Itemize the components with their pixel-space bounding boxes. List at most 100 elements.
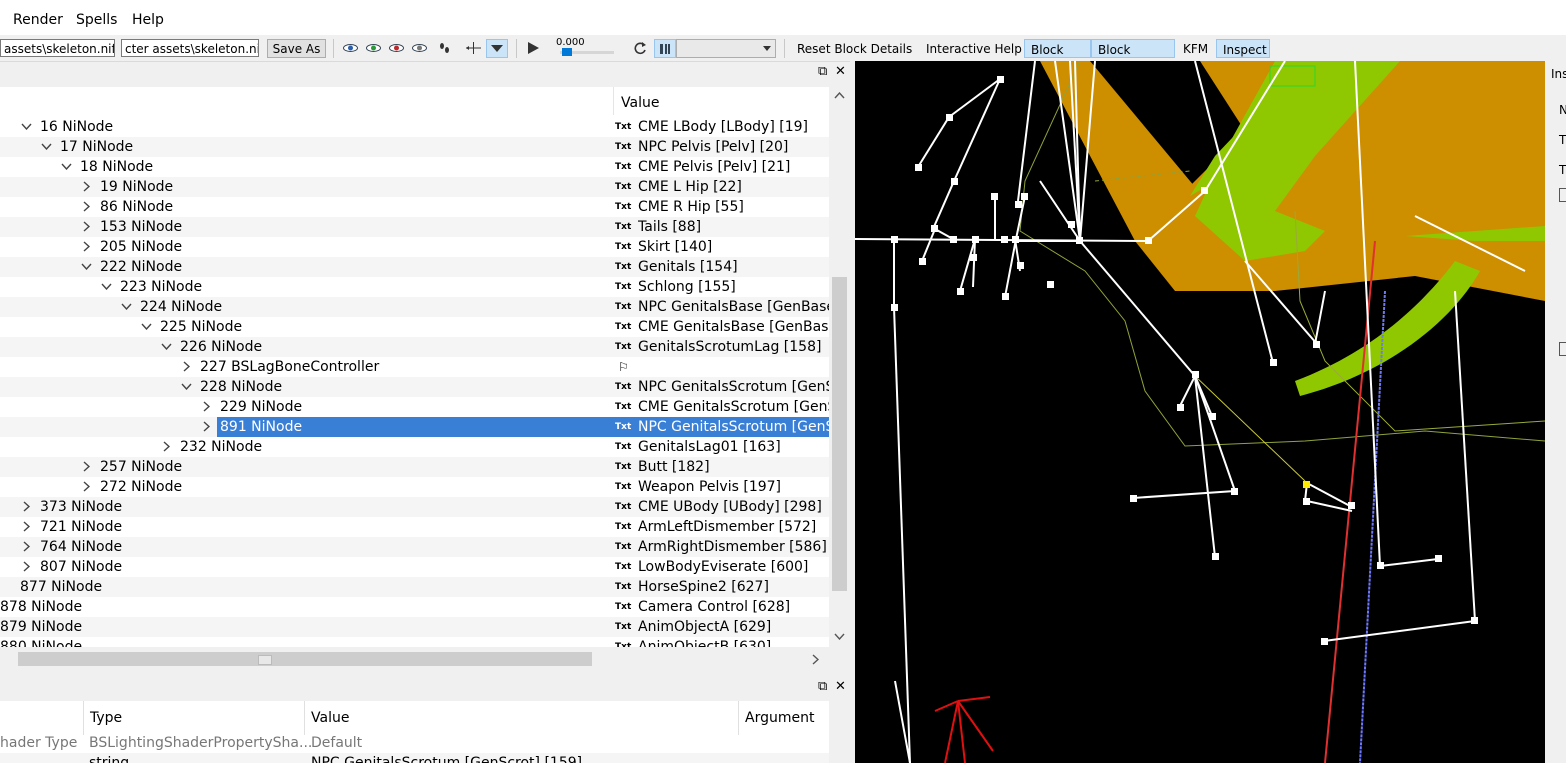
- tree-row[interactable]: 223 NiNode Txt Schlong [155]: [0, 277, 829, 297]
- tree-node-value[interactable]: ArmLeftDismember [572]: [638, 517, 829, 537]
- footprints-icon[interactable]: [437, 42, 452, 54]
- tree-node-value[interactable]: CME Pelvis [Pelv] [21]: [638, 157, 829, 177]
- eye-blue-icon[interactable]: [343, 42, 358, 54]
- tree-node-value[interactable]: NPC Pelvis [Pelv] [20]: [638, 137, 829, 157]
- detail-row[interactable]: string NPC GenitalsScrotum [GenScrot] [1…: [0, 753, 829, 763]
- tree-row[interactable]: 16 NiNode Txt CME LBody [LBody] [19]: [0, 117, 829, 137]
- tree-node-value[interactable]: AnimObjectA [629]: [638, 617, 829, 637]
- scrollbar-thumb[interactable]: [832, 277, 847, 591]
- block-details-button[interactable]: Block Details: [1091, 39, 1175, 77]
- name-column-header[interactable]: [0, 701, 84, 735]
- eye-red-icon[interactable]: [389, 42, 404, 54]
- chevron-right-icon[interactable]: [159, 437, 173, 459]
- block-list-button[interactable]: Block List: [1024, 39, 1091, 77]
- chevron-down-icon[interactable]: [59, 157, 73, 177]
- menu-spells[interactable]: Spells: [76, 12, 117, 28]
- tree-vertical-scrollbar[interactable]: [829, 87, 850, 647]
- chevron-down-icon[interactable]: [139, 317, 153, 337]
- inspect-button[interactable]: Inspect: [1216, 39, 1270, 58]
- play-icon[interactable]: [527, 42, 540, 54]
- scroll-down-icon[interactable]: [834, 633, 845, 640]
- tree-node-value[interactable]: HorseSpine2 [627]: [638, 577, 829, 597]
- tree-node-value[interactable]: CME R Hip [55]: [638, 197, 829, 217]
- tree-node-value[interactable]: GenitalsLag01 [163]: [638, 437, 829, 457]
- chevron-right-icon[interactable]: [79, 217, 93, 239]
- kfm-button[interactable]: KFM: [1177, 39, 1214, 58]
- tree-node-value[interactable]: CME GenitalsBase [GenBase: [638, 317, 829, 337]
- render-viewport[interactable]: [855, 61, 1545, 763]
- tree-row[interactable]: 205 NiNode Txt Skirt [140]: [0, 237, 829, 257]
- detail-cell-value[interactable]: Default: [311, 735, 362, 751]
- close-icon[interactable]: ✕: [835, 64, 846, 79]
- inspect-tab[interactable]: Ins: [1551, 67, 1566, 81]
- chevron-right-icon[interactable]: [19, 537, 33, 559]
- loop-icon[interactable]: [633, 41, 647, 55]
- chevron-right-icon[interactable]: [199, 417, 213, 439]
- chevron-right-icon[interactable]: [79, 237, 93, 259]
- tree-row[interactable]: 878 NiNode Txt Camera Control [628]: [0, 597, 829, 617]
- tree-node-value[interactable]: Weapon Pelvis [197]: [638, 477, 829, 497]
- chevron-down-icon[interactable]: [159, 337, 173, 357]
- tree-node-value[interactable]: NPC GenitalsScrotum [GenS: [638, 377, 829, 397]
- interactive-help-button[interactable]: Interactive Help: [920, 39, 1028, 58]
- tree-row[interactable]: 891 NiNode Txt NPC GenitalsScrotum [GenS: [0, 417, 829, 437]
- chevron-down-icon[interactable]: [179, 377, 193, 397]
- tree-node-value[interactable]: Skirt [140]: [638, 237, 829, 257]
- tree-horizontal-scrollbar[interactable]: [0, 648, 829, 670]
- tree-row[interactable]: 232 NiNode Txt GenitalsLag01 [163]: [0, 437, 829, 457]
- tree-row[interactable]: 373 NiNode Txt CME UBody [UBody] [298]: [0, 497, 829, 517]
- tree-node-value[interactable]: NPC GenitalsBase [GenBase: [638, 297, 829, 317]
- tree-node-value[interactable]: Butt [182]: [638, 457, 829, 477]
- tree-node-value[interactable]: CME LBody [LBody] [19]: [638, 117, 829, 137]
- axis-icon[interactable]: [466, 42, 481, 54]
- eye-green-icon[interactable]: [366, 42, 381, 54]
- chevron-right-icon[interactable]: [79, 177, 93, 199]
- save-as-button[interactable]: Save As: [267, 39, 326, 58]
- chevron-down-icon[interactable]: [79, 257, 93, 277]
- chevron-right-icon[interactable]: [179, 357, 193, 379]
- path-input-2[interactable]: cter assets\skeleton.nif: [121, 39, 259, 57]
- argument-column-header[interactable]: Argument: [740, 701, 829, 735]
- tree-row[interactable]: 229 NiNode Txt CME GenitalsScrotum [GenS: [0, 397, 829, 417]
- keyframe-toggle[interactable]: [654, 39, 676, 58]
- tree-row[interactable]: 19 NiNode Txt CME L Hip [22]: [0, 177, 829, 197]
- tree-row[interactable]: 86 NiNode Txt CME R Hip [55]: [0, 197, 829, 217]
- side-checkbox[interactable]: [1559, 342, 1566, 356]
- animation-select[interactable]: [676, 39, 776, 58]
- dropdown-toggle[interactable]: [486, 39, 508, 58]
- tree-node-value[interactable]: LowBodyEviserate [600]: [638, 557, 829, 577]
- close-icon[interactable]: ✕: [835, 679, 846, 694]
- scroll-up-icon[interactable]: [834, 92, 845, 99]
- value-column-header[interactable]: Value: [306, 701, 739, 735]
- chevron-right-icon[interactable]: [19, 497, 33, 519]
- tree-row[interactable]: 17 NiNode Txt NPC Pelvis [Pelv] [20]: [0, 137, 829, 157]
- time-slider-handle[interactable]: [562, 48, 572, 56]
- float-icon[interactable]: ⧉: [818, 64, 827, 79]
- chevron-down-icon[interactable]: [19, 117, 33, 137]
- tree-node-value[interactable]: GenitalsScrotumLag [158]: [638, 337, 829, 357]
- chevron-down-icon[interactable]: [99, 277, 113, 297]
- tree-row[interactable]: 153 NiNode Txt Tails [88]: [0, 217, 829, 237]
- reset-block-details-button[interactable]: Reset Block Details: [791, 39, 918, 58]
- tree-row[interactable]: 225 NiNode Txt CME GenitalsBase [GenBase: [0, 317, 829, 337]
- hscroll-thumb[interactable]: [18, 652, 592, 666]
- chevron-right-icon[interactable]: [199, 397, 213, 419]
- tree-row[interactable]: 222 NiNode Txt Genitals [154]: [0, 257, 829, 277]
- tree-row[interactable]: 224 NiNode Txt NPC GenitalsBase [GenBase: [0, 297, 829, 317]
- chevron-down-icon[interactable]: [119, 297, 133, 317]
- tree-row[interactable]: 764 NiNode Txt ArmRightDismember [586]: [0, 537, 829, 557]
- scroll-right-icon[interactable]: [812, 654, 819, 665]
- menu-render[interactable]: Render: [13, 12, 63, 28]
- eye-gray-icon[interactable]: [412, 42, 427, 54]
- chevron-right-icon[interactable]: [19, 517, 33, 539]
- details-vertical-scrollbar[interactable]: [829, 701, 850, 763]
- tree-node-value[interactable]: Tails [88]: [638, 217, 829, 237]
- tree-node-value[interactable]: Genitals [154]: [638, 257, 829, 277]
- tree-node-value[interactable]: CME UBody [UBody] [298]: [638, 497, 829, 517]
- chevron-down-icon[interactable]: [39, 137, 53, 157]
- tree-node-value[interactable]: CME L Hip [22]: [638, 177, 829, 197]
- tree-node-value[interactable]: NPC GenitalsScrotum [GenS: [638, 417, 829, 437]
- tree-row[interactable]: 18 NiNode Txt CME Pelvis [Pelv] [21]: [0, 157, 829, 177]
- detail-cell-value[interactable]: NPC GenitalsScrotum [GenScrot] [159]: [311, 755, 582, 763]
- tree-row[interactable]: 226 NiNode Txt GenitalsScrotumLag [158]: [0, 337, 829, 357]
